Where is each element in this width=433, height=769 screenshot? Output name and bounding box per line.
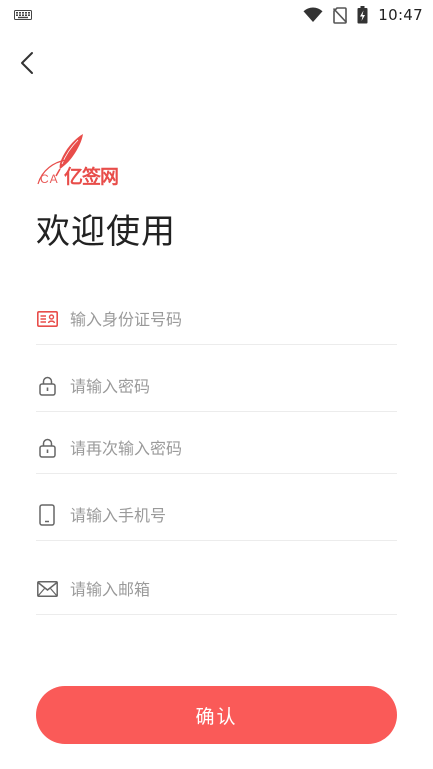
status-bar: 10:47 [0, 0, 433, 30]
back-button[interactable] [12, 46, 42, 80]
email-field [36, 564, 397, 615]
lock-icon [36, 437, 58, 459]
phone-icon [36, 504, 58, 526]
phone-input[interactable] [70, 505, 370, 525]
logo-brand-text: 亿签网 [64, 166, 119, 188]
status-time: 10:47 [378, 6, 423, 24]
id-card-input[interactable] [70, 309, 370, 329]
confirm-password-field [36, 423, 397, 474]
chevron-left-icon [21, 52, 33, 74]
lock-icon [36, 375, 58, 397]
status-icons: 10:47 [303, 6, 423, 24]
page-title: 欢迎使用 [36, 212, 176, 252]
phone-field [36, 490, 397, 541]
confirm-button[interactable]: 确认 [36, 686, 397, 744]
app-logo: CA 亿签网 [36, 132, 126, 188]
envelope-icon [36, 578, 58, 600]
password-field [36, 361, 397, 412]
id-card-icon [36, 308, 58, 330]
password-input[interactable] [70, 376, 370, 396]
logo-ca-text: CA [40, 172, 59, 186]
wifi-icon [303, 7, 323, 23]
no-sim-icon [333, 6, 348, 24]
keyboard-icon [14, 10, 32, 20]
battery-charging-icon [357, 6, 368, 24]
id-card-field [36, 294, 397, 345]
confirm-password-input[interactable] [70, 438, 370, 458]
email-input[interactable] [70, 579, 370, 599]
